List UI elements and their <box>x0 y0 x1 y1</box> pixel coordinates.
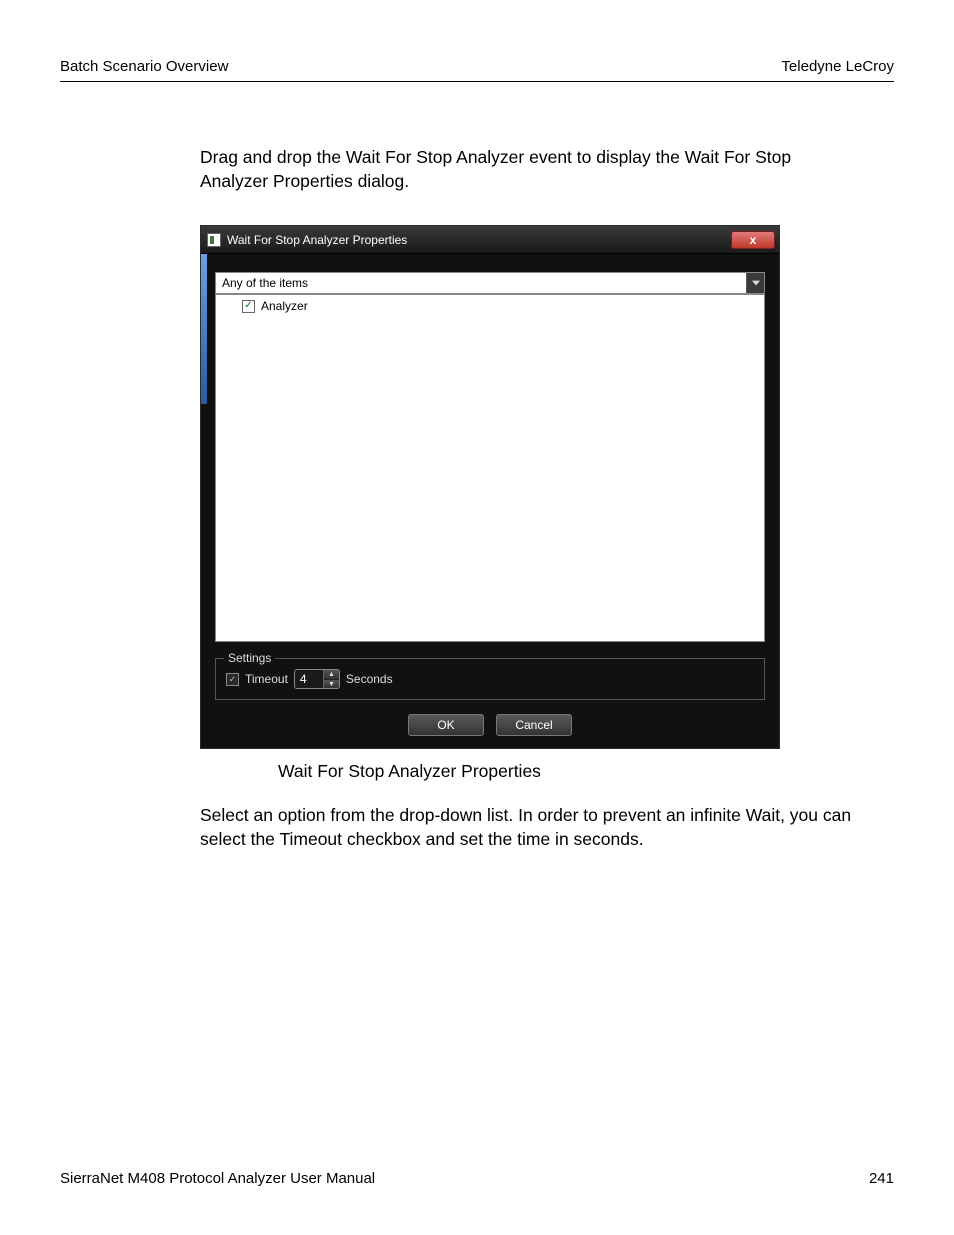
close-icon: x <box>750 233 757 247</box>
footer-left: SierraNet M408 Protocol Analyzer User Ma… <box>60 1170 375 1187</box>
follow-paragraph: Select an option from the drop-down list… <box>200 804 854 851</box>
dialog-screenshot: Wait For Stop Analyzer Properties x Any … <box>200 225 780 749</box>
dialog-button-row: OK Cancel <box>215 714 765 736</box>
timeout-row: ✓ Timeout 4 ▲ ▼ Seconds <box>226 669 754 689</box>
timeout-value: 4 <box>295 670 323 688</box>
window-accent <box>201 254 207 404</box>
timeout-checkbox[interactable]: ✓ <box>226 673 239 686</box>
chevron-down-icon <box>746 273 764 293</box>
timeout-label: Timeout <box>245 672 288 686</box>
page-header: Batch Scenario Overview Teledyne LeCroy <box>60 58 894 82</box>
spinner-up-icon[interactable]: ▲ <box>324 670 339 680</box>
list-item[interactable]: ✓ Analyzer <box>222 299 758 313</box>
settings-legend: Settings <box>224 651 275 665</box>
items-dropdown[interactable]: Any of the items <box>215 272 765 294</box>
timeout-unit: Seconds <box>346 672 393 686</box>
page: Batch Scenario Overview Teledyne LeCroy … <box>0 0 954 1235</box>
page-footer: SierraNet M408 Protocol Analyzer User Ma… <box>60 1170 894 1187</box>
dialog-window: Wait For Stop Analyzer Properties x Any … <box>200 225 780 749</box>
header-right: Teledyne LeCroy <box>781 58 894 75</box>
ok-button[interactable]: OK <box>408 714 484 736</box>
dialog-body: Any of the items ✓ Analyzer Settings ✓ <box>201 254 779 748</box>
spinner-down-icon[interactable]: ▼ <box>324 680 339 689</box>
footer-page-number: 241 <box>869 1170 894 1187</box>
spinner-buttons[interactable]: ▲ ▼ <box>323 670 339 688</box>
cancel-button[interactable]: Cancel <box>496 714 572 736</box>
list-item-label: Analyzer <box>261 299 308 313</box>
settings-fieldset: Settings ✓ Timeout 4 ▲ ▼ Seconds <box>215 658 765 700</box>
titlebar: Wait For Stop Analyzer Properties x <box>201 226 779 254</box>
close-button[interactable]: x <box>731 231 775 249</box>
intro-paragraph: Drag and drop the Wait For Stop Analyzer… <box>200 146 854 193</box>
app-icon <box>207 233 221 247</box>
figure-caption: Wait For Stop Analyzer Properties <box>278 761 894 782</box>
dropdown-selected-value: Any of the items <box>222 276 308 290</box>
header-left: Batch Scenario Overview <box>60 58 228 75</box>
analyzer-checkbox[interactable]: ✓ <box>242 300 255 313</box>
dialog-title: Wait For Stop Analyzer Properties <box>227 233 731 247</box>
items-listbox[interactable]: ✓ Analyzer <box>215 294 765 642</box>
timeout-spinner[interactable]: 4 ▲ ▼ <box>294 669 340 689</box>
